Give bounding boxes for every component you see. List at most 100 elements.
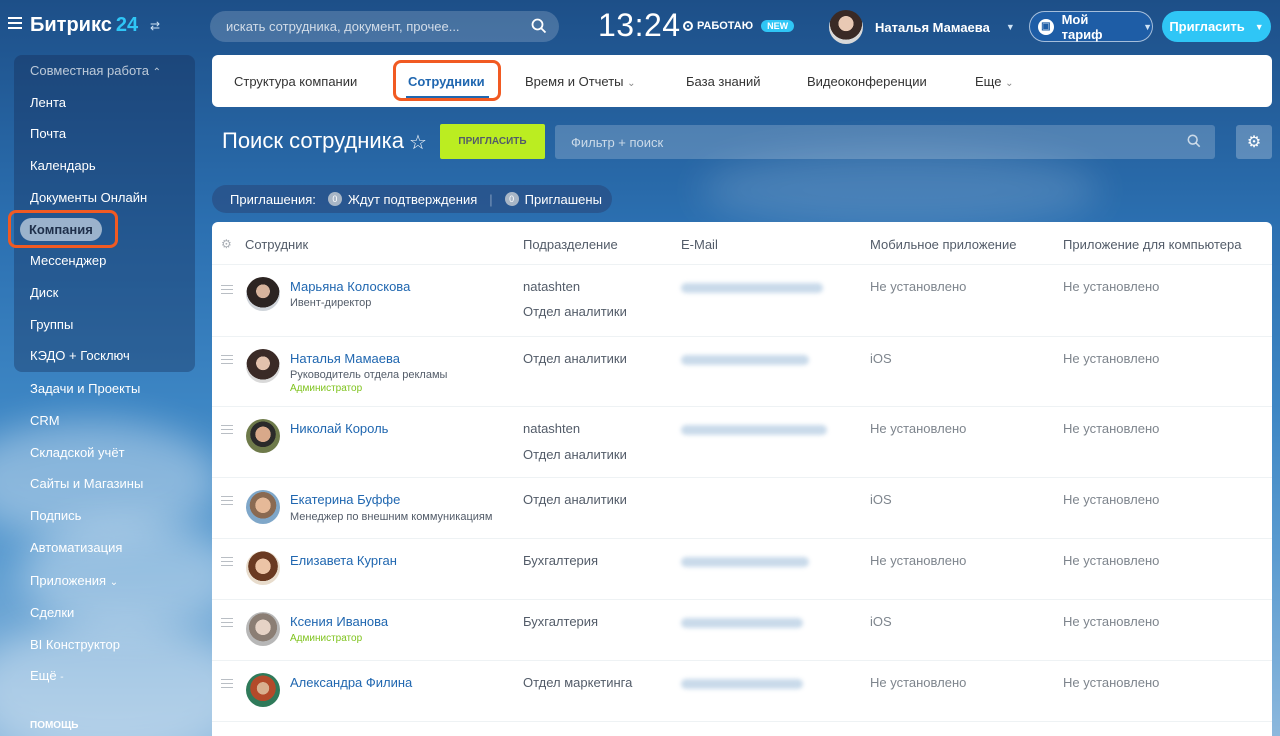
sidebar-item-crm[interactable]: CRM bbox=[30, 413, 60, 428]
help-link[interactable]: ПОМОЩЬ bbox=[30, 720, 78, 731]
department-cell[interactable]: natashten bbox=[523, 279, 580, 294]
sidebar-group-header[interactable]: Совместная работа ⌃ bbox=[30, 63, 161, 78]
invite-top-button[interactable]: Пригласить ▼ bbox=[1162, 11, 1271, 42]
sidebar-item-warehouse[interactable]: Складской учёт bbox=[30, 445, 125, 460]
drag-handle-icon[interactable] bbox=[221, 425, 233, 437]
tab-videoconf[interactable]: Видеоконференции bbox=[807, 74, 927, 89]
employee-name-link[interactable]: Николай Король bbox=[290, 421, 388, 436]
department-cell[interactable]: Бухгалтерия bbox=[523, 553, 598, 568]
sidebar-item-deals[interactable]: Сделки bbox=[30, 605, 74, 620]
email-blurred bbox=[681, 355, 809, 365]
search-icon[interactable] bbox=[531, 18, 547, 37]
employee-name-link[interactable]: Александра Филина bbox=[290, 675, 412, 690]
column-header-email[interactable]: E-Mail bbox=[681, 237, 718, 252]
sidebar-item-sites[interactable]: Сайты и Магазины bbox=[30, 476, 143, 491]
table-row[interactable]: Александра Филина Отдел маркетинга Не ус… bbox=[212, 660, 1272, 721]
drag-handle-icon[interactable] bbox=[221, 618, 233, 630]
sidebar-item-groups[interactable]: Группы bbox=[30, 317, 73, 332]
email-blurred bbox=[681, 679, 803, 689]
gear-icon[interactable]: ⚙ bbox=[1236, 125, 1272, 159]
search-icon[interactable] bbox=[1187, 134, 1201, 151]
star-icon[interactable]: ☆ bbox=[409, 130, 427, 155]
tab-knowledge-base[interactable]: База знаний bbox=[686, 74, 761, 89]
sidebar-item-messenger[interactable]: Мессенджер bbox=[30, 253, 106, 268]
sidebar-item-bi[interactable]: BI Конструктор bbox=[30, 637, 120, 652]
table-row[interactable]: Марьяна Колоскова Ивент-директор natasht… bbox=[212, 264, 1272, 336]
employee-name-link[interactable]: Екатерина Буффе bbox=[290, 492, 400, 507]
drag-handle-icon[interactable] bbox=[221, 285, 233, 297]
sidebar-item-apps[interactable]: Приложения ⌄ bbox=[30, 573, 118, 588]
department-cell[interactable]: Отдел аналитики bbox=[523, 492, 627, 507]
work-status[interactable]: РАБОТАЮ NEW bbox=[683, 20, 795, 32]
avatar[interactable] bbox=[246, 277, 280, 311]
invitations-label: Приглашения: bbox=[230, 191, 316, 207]
drag-handle-icon[interactable] bbox=[221, 496, 233, 508]
employee-name-link[interactable]: Ксения Иванова bbox=[290, 614, 388, 629]
sidebar-item-more[interactable]: Ещё - bbox=[30, 668, 64, 683]
invited-link[interactable]: Приглашены bbox=[525, 192, 602, 207]
employee-name-link[interactable]: Наталья Мамаева bbox=[290, 351, 400, 366]
department-cell[interactable]: Отдел маркетинга bbox=[523, 675, 632, 690]
user-name: Наталья Мамаева bbox=[875, 19, 990, 35]
avatar[interactable] bbox=[246, 551, 280, 585]
tab-more[interactable]: Еще ⌄ bbox=[975, 74, 1013, 89]
avatar[interactable] bbox=[246, 490, 280, 524]
sidebar-item-signature[interactable]: Подпись bbox=[30, 508, 81, 523]
department-cell[interactable]: natashten bbox=[523, 421, 580, 436]
table-row[interactable] bbox=[212, 721, 1272, 736]
sidebar-item-automation[interactable]: Автоматизация bbox=[30, 540, 122, 555]
avatar[interactable] bbox=[246, 419, 280, 453]
avatar[interactable] bbox=[246, 673, 280, 707]
my-tariff-button[interactable]: ▣ Мой тариф ▼ bbox=[1029, 11, 1153, 42]
sidebar-item-apps-label: Приложения bbox=[30, 573, 107, 588]
drag-handle-icon[interactable] bbox=[221, 355, 233, 367]
logo[interactable]: Битрикс 24 bbox=[30, 14, 138, 37]
logo-settings-icon[interactable]: ⇄ bbox=[150, 19, 160, 33]
menu-burger-icon[interactable] bbox=[8, 17, 22, 29]
chevron-down-icon: ▼ bbox=[1143, 21, 1152, 32]
table-row[interactable]: Наталья Мамаева Руководитель отдела рекл… bbox=[212, 336, 1272, 406]
department-cell[interactable]: Бухгалтерия bbox=[523, 614, 598, 629]
sidebar-item-documents[interactable]: Документы Онлайн bbox=[30, 190, 147, 205]
avatar[interactable] bbox=[246, 349, 280, 383]
desktop-app-cell: Не установлено bbox=[1063, 351, 1160, 366]
sidebar-item-kedo[interactable]: КЭДО + Госключ bbox=[30, 348, 130, 363]
column-header-department[interactable]: Подразделение bbox=[523, 237, 618, 252]
drag-handle-icon[interactable] bbox=[221, 679, 233, 691]
employee-name-link[interactable]: Марьяна Колоскова bbox=[290, 279, 410, 294]
filter-search-input[interactable]: Фильтр + поиск bbox=[555, 125, 1215, 159]
column-header-employee[interactable]: Сотрудник bbox=[245, 237, 308, 252]
grid-settings-icon[interactable]: ⚙ bbox=[221, 237, 232, 251]
invite-button[interactable]: ПРИГЛАСИТЬ bbox=[440, 124, 545, 159]
column-header-desktop[interactable]: Приложение для компьютера bbox=[1063, 237, 1241, 252]
table-row[interactable]: Ксения Иванова Администратор Бухгалтерия… bbox=[212, 599, 1272, 660]
avatar[interactable] bbox=[246, 612, 280, 646]
department-cell[interactable]: Отдел аналитики bbox=[523, 351, 627, 366]
tab-structure[interactable]: Структура компании bbox=[234, 74, 357, 89]
sidebar-item-tasks[interactable]: Задачи и Проекты bbox=[30, 381, 140, 396]
sidebar-item-mail[interactable]: Почта bbox=[30, 126, 66, 141]
drag-handle-icon[interactable] bbox=[221, 557, 233, 569]
department-cell[interactable]: Отдел аналитики bbox=[523, 304, 627, 319]
column-header-mobile[interactable]: Мобильное приложение bbox=[870, 237, 1016, 252]
sidebar-group-label: Совместная работа bbox=[30, 63, 149, 78]
tab-time-reports[interactable]: Время и Отчеты ⌄ bbox=[525, 74, 636, 89]
user-menu[interactable]: Наталья Мамаева ▼ bbox=[829, 10, 1015, 44]
chevron-down-icon: - bbox=[60, 672, 64, 683]
pending-link[interactable]: Ждут подтверждения bbox=[348, 192, 477, 207]
table-row[interactable]: Елизавета Курган Бухгалтерия Не установл… bbox=[212, 538, 1272, 599]
invited-count-badge: 0 bbox=[504, 192, 519, 206]
table-row[interactable]: Екатерина Буффе Менеджер по внешним комм… bbox=[212, 477, 1272, 538]
sidebar-item-calendar[interactable]: Календарь bbox=[30, 158, 96, 173]
search-placeholder: искать сотрудника, документ, прочее... bbox=[226, 19, 460, 34]
employee-name-link[interactable]: Елизавета Курган bbox=[290, 553, 397, 568]
employee-position: Ивент-директор bbox=[290, 297, 372, 309]
employee-position: Менеджер по внешним коммуникациям bbox=[290, 511, 493, 523]
table-row[interactable]: Николай Король natashten Отдел аналитики… bbox=[212, 406, 1272, 477]
sidebar-item-feed[interactable]: Лента bbox=[30, 95, 66, 110]
chevron-down-icon: ⌄ bbox=[627, 78, 636, 89]
department-cell[interactable]: Отдел аналитики bbox=[523, 447, 627, 462]
email-blurred bbox=[681, 618, 803, 628]
sidebar-item-disk[interactable]: Диск bbox=[30, 285, 58, 300]
global-search-input[interactable]: искать сотрудника, документ, прочее... bbox=[210, 11, 559, 42]
